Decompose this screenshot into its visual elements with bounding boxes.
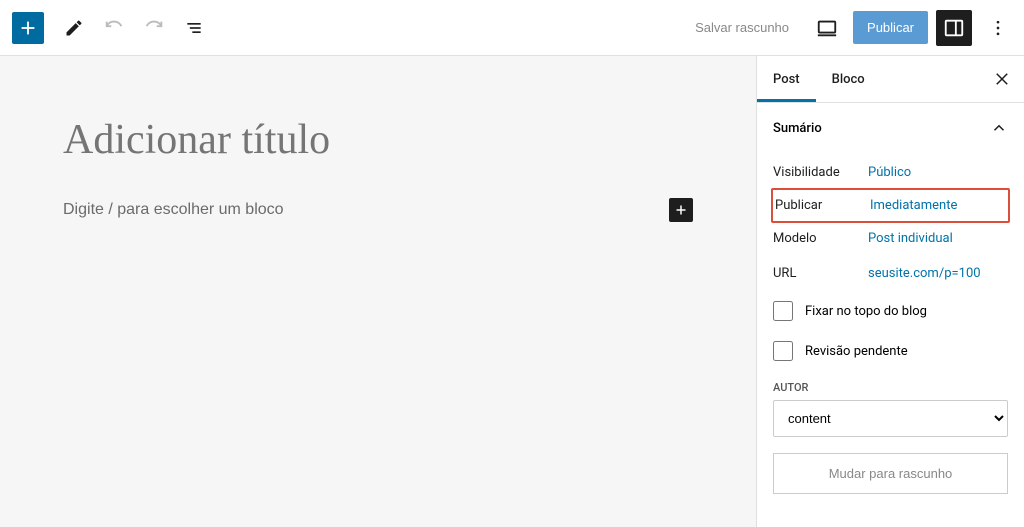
chevron-up-icon [990,119,1008,137]
block-prompt: Digite / para escolher um bloco [63,201,284,219]
pin-top-checkbox-row[interactable]: Fixar no topo do blog [773,291,1008,331]
main-area: Digite / para escolher um bloco Post Blo… [0,56,1024,527]
publish-button[interactable]: Publicar [853,11,928,44]
pending-review-label: Revisão pendente [805,344,908,359]
edit-mode-button[interactable] [56,10,92,46]
preview-button[interactable] [809,10,845,46]
template-value[interactable]: Post individual [868,231,953,246]
add-block-button[interactable] [12,12,44,44]
redo-icon [143,17,165,39]
summary-url: URL seusite.com/p=100 [773,256,1008,291]
pending-review-checkbox-row[interactable]: Revisão pendente [773,331,1008,371]
toolbar-right: Salvar rascunho Publicar [683,10,1016,46]
top-toolbar: Salvar rascunho Publicar [0,0,1024,56]
summary-template: Modelo Post individual [773,221,1008,256]
pencil-icon [64,18,84,38]
summary-list: Visibilidade Público Publicar Imediatame… [773,155,1008,494]
empty-block[interactable]: Digite / para escolher um bloco [63,198,693,222]
post-title-input[interactable] [63,116,693,164]
redo-button[interactable] [136,10,172,46]
editor-content: Digite / para escolher um bloco [63,116,693,527]
summary-publish: Publicar Imediatamente [771,188,1010,223]
editor-canvas: Digite / para escolher um bloco [0,56,756,527]
author-section-label: Autor [773,381,1008,394]
more-options-button[interactable] [980,10,1016,46]
sidebar-tabs: Post Bloco [757,56,1024,103]
settings-toggle-button[interactable] [936,10,972,46]
document-overview-button[interactable] [176,10,212,46]
publish-value[interactable]: Imediatamente [870,198,957,213]
publish-label: Publicar [775,198,870,213]
switch-to-draft-button[interactable]: Mudar para rascunho [773,453,1008,494]
tab-block[interactable]: Bloco [816,58,881,101]
plus-icon [672,201,690,219]
summary-panel-header[interactable]: Sumário [773,119,1008,155]
pin-top-label: Fixar no topo do blog [805,304,927,319]
inline-add-block-button[interactable] [669,198,693,222]
summary-visibility: Visibilidade Público [773,155,1008,190]
close-sidebar-button[interactable] [984,61,1020,97]
summary-title: Sumário [773,121,822,136]
visibility-value[interactable]: Público [868,165,911,180]
undo-button[interactable] [96,10,132,46]
plus-icon [17,17,39,39]
details-icon [184,18,204,38]
sidebar-body: Sumário Visibilidade Público Publicar Im… [757,103,1024,510]
pending-review-checkbox[interactable] [773,341,793,361]
settings-sidebar: Post Bloco Sumário Visibilidade Público … [756,56,1024,527]
undo-icon [103,17,125,39]
save-draft-button[interactable]: Salvar rascunho [683,12,801,43]
template-label: Modelo [773,231,868,246]
device-icon [816,17,838,39]
sidebar-icon [943,17,965,39]
url-value[interactable]: seusite.com/p=100 [868,266,981,281]
close-icon [993,70,1011,88]
toolbar-left [8,10,212,46]
url-label: URL [773,266,868,281]
visibility-label: Visibilidade [773,165,868,180]
author-select[interactable]: content [773,400,1008,437]
kebab-icon [988,18,1008,38]
pin-top-checkbox[interactable] [773,301,793,321]
tab-post[interactable]: Post [757,58,816,101]
